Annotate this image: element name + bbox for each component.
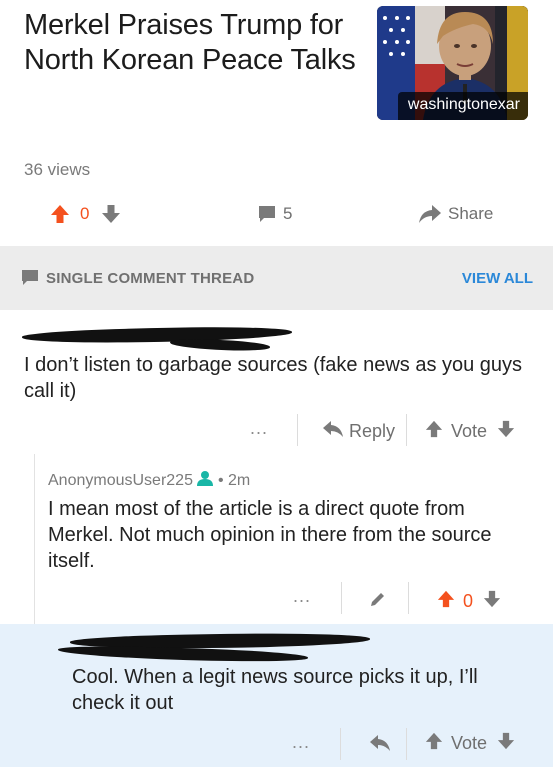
comment-icon — [21, 269, 39, 292]
vote-label: Vote — [451, 733, 488, 753]
user-icon — [196, 470, 213, 491]
more-options-icon[interactable]: ... — [292, 732, 310, 753]
comment-text: Cool. When a legit news source picks it … — [72, 666, 478, 714]
article-action-bar: 0 5 Share — [0, 198, 553, 234]
more-options-icon[interactable]: ... — [250, 418, 268, 439]
upvote-icon[interactable] — [437, 590, 455, 613]
comment-icon — [257, 204, 277, 224]
article-vote-group: 0 — [50, 204, 121, 224]
reply-icon[interactable] — [369, 734, 391, 757]
downvote-icon[interactable] — [101, 204, 121, 224]
view-all-link[interactable]: VIEW ALL — [462, 270, 533, 287]
comment-vote-group: Vote — [425, 420, 515, 443]
comment-meta: AnonymousUser225 • 2m — [48, 470, 250, 491]
thread-header: SINGLE COMMENT THREAD VIEW ALL — [0, 246, 553, 310]
divider — [408, 582, 409, 614]
share-label: Share — [448, 204, 494, 223]
downvote-icon[interactable] — [497, 732, 515, 755]
divider — [406, 728, 407, 760]
upvote-icon[interactable] — [425, 732, 443, 755]
vote-label: Vote — [451, 421, 488, 441]
divider — [341, 582, 342, 614]
more-options-icon[interactable]: ... — [293, 586, 311, 607]
upvote-icon[interactable] — [50, 204, 70, 224]
divider — [406, 414, 407, 446]
thread-label: SINGLE COMMENT THREAD — [46, 270, 255, 287]
share-button[interactable]: Share — [418, 204, 493, 224]
article-header: Merkel Praises Trump for North Korean Pe… — [0, 0, 553, 140]
downvote-icon[interactable] — [483, 590, 501, 613]
username[interactable]: AnonymousUser225 — [48, 472, 193, 490]
comment-text: I mean most of the article is a direct q… — [48, 498, 492, 572]
comments-button[interactable]: 5 — [257, 204, 292, 224]
upvote-icon[interactable] — [425, 420, 443, 443]
thumbnail-source-label: washingtonexar — [397, 92, 528, 120]
share-icon — [418, 204, 442, 224]
edit-icon[interactable] — [369, 590, 387, 613]
vote-count: 0 — [463, 591, 474, 611]
comment-count: 5 — [283, 204, 293, 223]
reply-label: Reply — [349, 421, 396, 441]
view-count: 36 views — [24, 160, 91, 179]
redacted-username — [169, 338, 271, 352]
comment-timestamp: • 2m — [217, 471, 251, 489]
comment-text: I don’t listen to garbage sources (fake … — [24, 354, 523, 402]
downvote-icon[interactable] — [497, 420, 515, 443]
reply-button[interactable]: Reply — [322, 420, 395, 443]
divider — [340, 728, 341, 760]
vote-count: 0 — [80, 204, 90, 223]
article-title[interactable]: Merkel Praises Trump for North Korean Pe… — [24, 8, 364, 78]
comment-vote-group: 0 — [437, 590, 501, 613]
article-thumbnail[interactable]: washingtonexar — [377, 6, 528, 120]
reply-icon — [322, 420, 344, 443]
divider — [297, 414, 298, 446]
comment-vote-group: Vote — [425, 732, 515, 755]
